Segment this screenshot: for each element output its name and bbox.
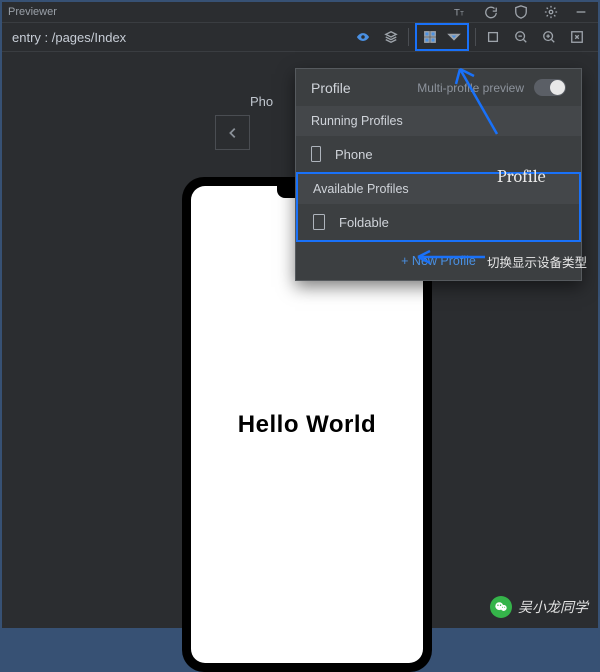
svg-text:T: T: [454, 8, 460, 19]
arrow-to-foldable: [410, 247, 490, 267]
watermark-text: 吴小龙同学: [518, 597, 588, 617]
window-title: Previewer: [8, 6, 57, 18]
arrow-to-switcher: [442, 54, 522, 144]
shield-icon[interactable]: [510, 1, 532, 23]
separator: [408, 28, 409, 46]
annotation-switch-device: 切换显示设备类型: [487, 252, 587, 271]
foldable-icon: [313, 214, 325, 230]
watermark: 吴小龙同学: [490, 596, 588, 618]
gear-icon[interactable]: [540, 1, 562, 23]
toolbar: [352, 23, 588, 51]
app-content-text: Hello World: [238, 411, 376, 439]
panel-title: Profile: [311, 80, 351, 96]
crop-icon[interactable]: [482, 26, 504, 48]
profile-item-foldable[interactable]: Foldable: [298, 204, 579, 240]
zoom-out-icon[interactable]: [510, 26, 532, 48]
annotation-profile: Profile: [497, 166, 546, 187]
profile-item-label: Phone: [335, 147, 373, 162]
wechat-icon: [490, 596, 512, 618]
profile-item-label: Foldable: [339, 215, 389, 230]
refresh-icon[interactable]: [480, 1, 502, 23]
phone-icon: [311, 146, 321, 162]
profile-switcher-highlight: [415, 23, 469, 51]
eye-icon[interactable]: [352, 26, 374, 48]
multi-profile-toggle[interactable]: [534, 79, 566, 96]
minimize-icon[interactable]: [570, 1, 592, 23]
device-label: Pho: [250, 94, 273, 109]
font-size-icon[interactable]: TT: [450, 1, 472, 23]
expand-icon[interactable]: [566, 26, 588, 48]
grid-icon[interactable]: [419, 26, 441, 48]
chevron-down-icon[interactable]: [443, 26, 465, 48]
titlebar-controls: TT: [450, 1, 592, 23]
separator: [475, 28, 476, 46]
svg-text:T: T: [460, 11, 464, 18]
zoom-in-icon[interactable]: [538, 26, 560, 48]
layers-icon[interactable]: [380, 26, 402, 48]
entry-path: entry : /pages/Index: [12, 30, 126, 45]
running-profiles-header: Running Profiles: [296, 106, 581, 136]
nav-prev-button[interactable]: [215, 115, 250, 150]
